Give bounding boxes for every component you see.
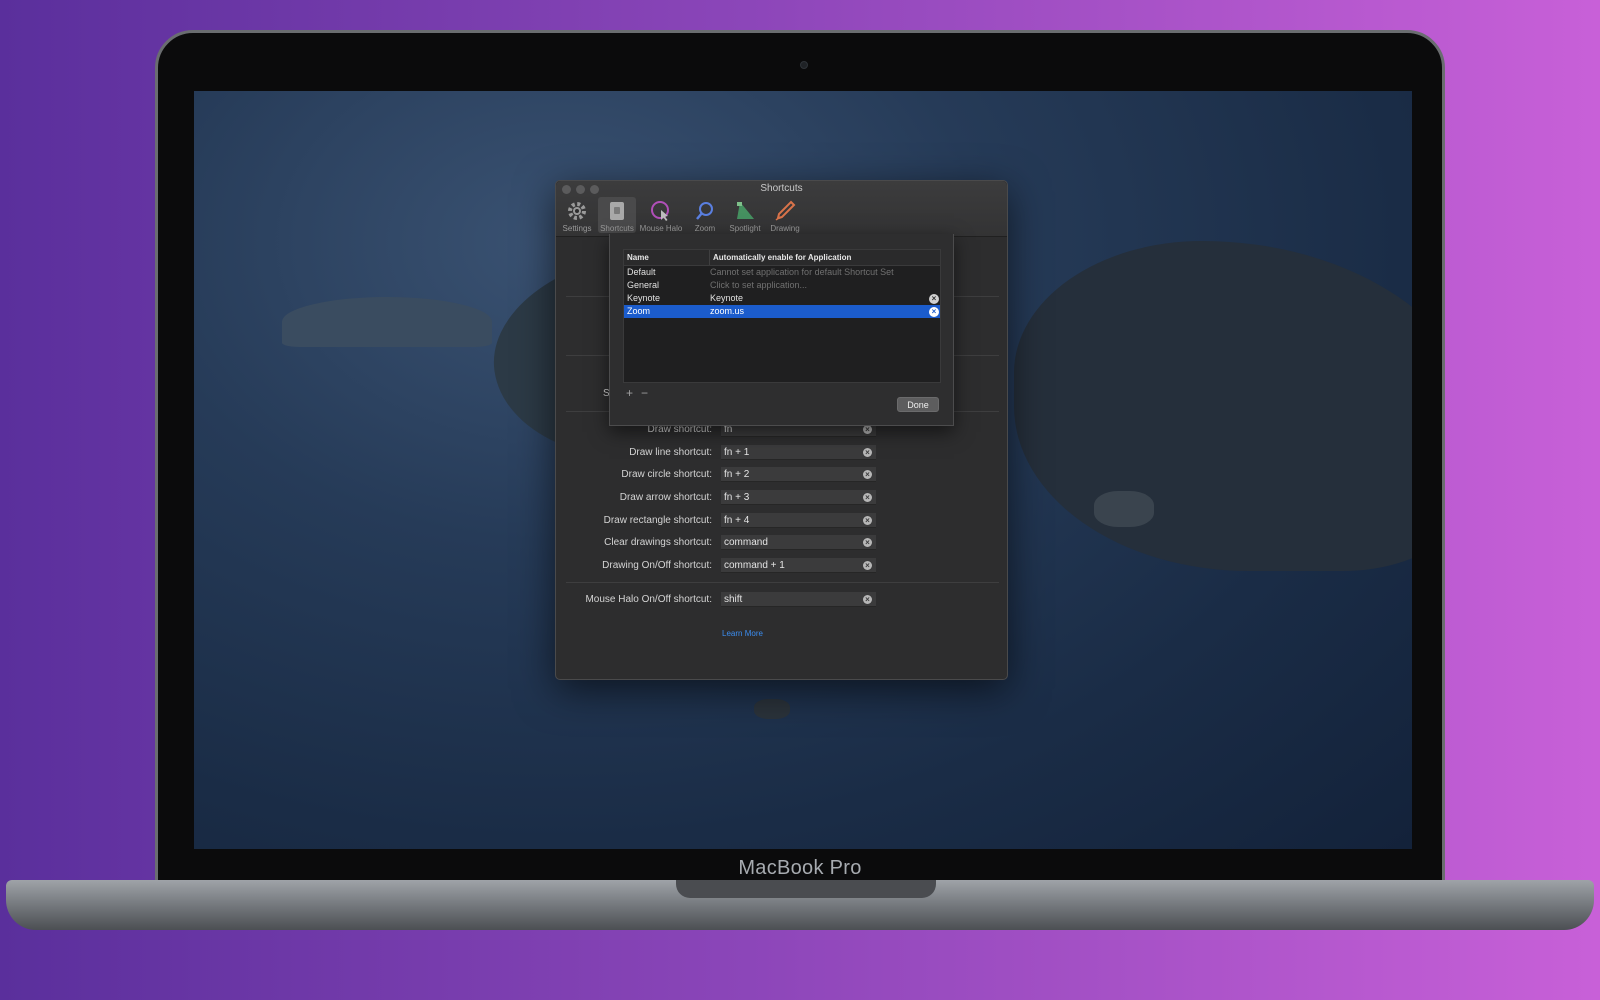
set-name: Keynote (627, 293, 661, 303)
remove-application-icon[interactable]: × (929, 294, 939, 304)
shortcut-field[interactable]: command × (721, 534, 876, 550)
shortcut-field[interactable]: shift × (721, 591, 876, 607)
shortcut-row-drawing-toggle: Drawing On/Off shortcut: command + 1 × (556, 557, 1009, 573)
spotlight-icon (737, 202, 754, 219)
tab-label: Drawing (770, 224, 800, 233)
add-set-button[interactable]: + (626, 386, 633, 400)
tab-label: Spotlight (729, 224, 761, 233)
remove-application-icon[interactable]: × (929, 307, 939, 317)
add-remove-controls: + − (626, 386, 648, 400)
tab-drawing[interactable]: Drawing (766, 197, 804, 233)
tab-zoom[interactable]: Zoom (686, 197, 724, 233)
shortcut-value: fn + 1 (724, 446, 750, 458)
clear-icon[interactable]: × (863, 469, 872, 479)
laptop-base (6, 880, 1594, 930)
rock (754, 699, 790, 719)
shortcut-value: fn + 3 (724, 491, 750, 503)
gear-icon (568, 202, 586, 220)
tab-mouse-halo[interactable]: Mouse Halo (638, 197, 684, 233)
shortcut-field[interactable]: fn + 1 × (721, 444, 876, 460)
set-application[interactable]: zoom.us (710, 305, 940, 318)
table-row-selected[interactable]: Zoom zoom.us × (624, 305, 940, 318)
tab-label: Settings (562, 224, 592, 233)
rock (1094, 491, 1154, 527)
clear-icon[interactable]: × (863, 515, 872, 525)
shortcut-value: command (724, 536, 768, 548)
keyboard-icon (610, 202, 624, 220)
window-title: Shortcuts (760, 183, 803, 194)
clear-icon[interactable]: × (863, 447, 872, 457)
tab-spotlight[interactable]: Spotlight (726, 197, 764, 233)
shortcut-value: fn + 2 (724, 468, 750, 480)
clear-icon[interactable]: × (863, 594, 872, 604)
pencil-icon (775, 200, 796, 221)
shortcut-sets-table: Name Automatically enable for Applicatio… (623, 249, 941, 383)
table-header: Name Automatically enable for Applicatio… (624, 250, 940, 266)
shortcut-row-clear-drawings: Clear drawings shortcut: command × (556, 534, 1009, 550)
clear-icon[interactable]: × (863, 560, 872, 570)
table-row[interactable]: General Click to set application... (624, 279, 940, 292)
column-header-application[interactable]: Automatically enable for Application (710, 250, 851, 265)
shortcut-row-draw-line: Draw line shortcut: fn + 1 × (556, 444, 1009, 460)
shortcut-label: Draw line shortcut: (629, 446, 712, 458)
distant-hills (282, 297, 492, 347)
column-header-name[interactable]: Name (624, 250, 710, 265)
shortcut-field[interactable]: command + 1 × (721, 557, 876, 573)
shortcut-field[interactable]: fn + 4 × (721, 512, 876, 528)
shortcut-label: Clear drawings shortcut: (604, 536, 712, 548)
shortcut-sets-sheet: Name Automatically enable for Applicatio… (609, 234, 954, 426)
island-right (1014, 241, 1412, 571)
title-bar: Shortcuts Settings Shortcuts Mouse Halo … (556, 181, 1007, 237)
shortcut-row-draw-arrow: Draw arrow shortcut: fn + 3 × (556, 489, 1009, 505)
shortcut-row-mouse-halo-toggle: Mouse Halo On/Off shortcut: shift × (556, 591, 1009, 607)
divider (566, 582, 999, 583)
shortcut-field[interactable]: fn + 2 × (721, 466, 876, 482)
shortcut-label: Drawing On/Off shortcut: (602, 559, 712, 571)
shortcut-row-draw-circle: Draw circle shortcut: fn + 2 × (556, 466, 1009, 482)
tab-settings[interactable]: Settings (558, 197, 596, 233)
lid-notch (676, 880, 936, 898)
shortcut-label: Mouse Halo On/Off shortcut: (585, 593, 712, 605)
table-row[interactable]: Default Cannot set application for defau… (624, 266, 940, 279)
table-row[interactable]: Keynote Keynote × (624, 292, 940, 305)
set-application: Cannot set application for default Short… (710, 267, 894, 277)
shortcut-label: Draw arrow shortcut: (619, 491, 712, 503)
shortcut-value: fn + 4 (724, 514, 750, 526)
tab-label: Zoom (694, 224, 716, 233)
shortcut-row-draw-rectangle: Draw rectangle shortcut: fn + 4 × (556, 512, 1009, 528)
shortcut-value: command + 1 (724, 559, 785, 571)
shortcut-value: shift (724, 593, 743, 605)
tab-label: Shortcuts (600, 224, 634, 233)
tab-shortcuts[interactable]: Shortcuts (598, 197, 636, 233)
camera (800, 61, 808, 69)
set-application[interactable]: Keynote (710, 292, 940, 305)
mouse-halo-icon (651, 201, 669, 221)
device-label: MacBook Pro (738, 857, 862, 879)
preferences-toolbar: Settings Shortcuts Mouse Halo Zoom Spotl… (558, 197, 804, 233)
done-button[interactable]: Done (897, 397, 939, 412)
set-name: General (627, 280, 660, 290)
magnifier-icon (696, 202, 713, 220)
shortcut-label: Draw rectangle shortcut: (603, 514, 712, 526)
set-name: Zoom (627, 306, 651, 316)
learn-more-link[interactable]: Learn More (556, 629, 929, 638)
remove-set-button[interactable]: − (641, 386, 648, 400)
shortcut-field[interactable]: fn + 3 × (721, 489, 876, 505)
set-name: Default (627, 267, 656, 277)
shortcut-label: Draw circle shortcut: (621, 468, 712, 480)
clear-icon[interactable]: × (863, 492, 872, 502)
set-application[interactable]: Click to set application... (710, 279, 940, 292)
tab-label: Mouse Halo (639, 224, 683, 233)
clear-icon[interactable]: × (863, 537, 872, 547)
